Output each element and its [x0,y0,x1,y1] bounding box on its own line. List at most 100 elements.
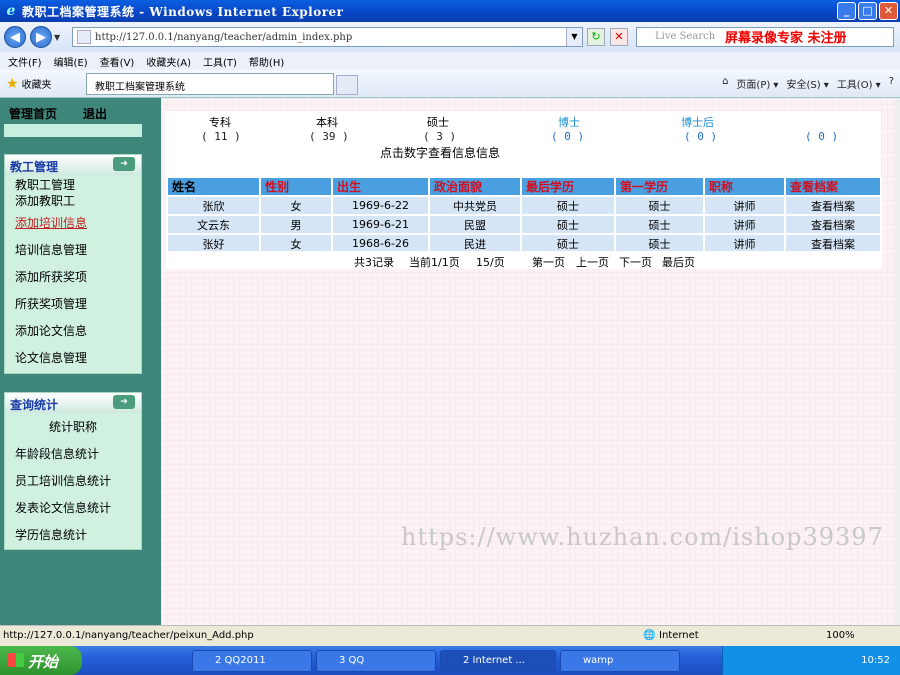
menu-edit[interactable]: 编辑(E) [54,54,88,69]
view-record-link[interactable]: 查看档案 [786,235,880,252]
sidebar-item-age-stats[interactable]: 年龄段信息统计 [15,445,99,462]
new-tab-button[interactable] [336,75,358,95]
home-icon[interactable]: ⌂ [722,76,728,91]
pager-current: 当前1/1页 [409,256,460,269]
sidebar-item-add-paper[interactable]: 添加论文信息 [15,322,87,339]
col-last-degree: 最后学历 [522,178,614,195]
ie-logo-icon: e [6,3,16,19]
favorites-bar: ★ 收藏夹 教职工档案管理系统 ⌂ 页面(P) ▾ 安全(S) ▾ 工具(O) … [0,70,900,98]
taskbar-item-wamp[interactable]: wamp [560,650,680,672]
scrollbar[interactable] [895,98,900,625]
stat-count-shuoshi[interactable]: ( 3 ) [423,130,456,143]
search-input[interactable]: Live Search 屏幕录像专家 未注册 [636,27,894,47]
stat-count-benke[interactable]: ( 39 ) [309,130,349,143]
col-gender: 性别 [261,178,331,195]
browser-tab[interactable]: 教职工档案管理系统 [86,73,334,95]
menu-help[interactable]: 帮助(H) [249,54,284,69]
cell-first-degree: 硕士 [616,216,703,233]
logout-link[interactable]: 退出 [83,105,107,122]
sidebar-item-add-staff[interactable]: 添加教职工 [15,192,75,209]
status-zone: Internet [659,630,699,641]
system-tray: 10:52 [722,646,900,675]
sidebar-item-award-manage[interactable]: 所获奖项管理 [15,295,87,312]
cell-name: 文云东 [168,216,259,233]
staff-panel: 教工管理 ➜ 教职工管理 添加教职工 添加培训信息 培训信息管理 添加所获奖项 所… [4,154,142,374]
favorites-button[interactable]: 收藏夹 [22,76,52,91]
sidebar-item-paper-stats[interactable]: 发表论文信息统计 [15,499,111,516]
sidebar-item-add-award[interactable]: 添加所获奖项 [15,268,87,285]
address-url: http://127.0.0.1/nanyang/teacher/admin_i… [95,31,353,43]
cell-gender: 女 [261,235,331,252]
staff-table: 姓名 性别 出生 政治面貌 最后学历 第一学历 职称 查看档案 张欣 女 196… [166,176,882,254]
sidebar-item-staff-manage[interactable]: 教职工管理 [15,176,75,193]
star-icon: ★ [6,75,19,92]
stat-count-boshi[interactable]: ( 0 ) [551,130,584,143]
taskbar-item-qq[interactable]: 3 QQ [316,650,436,672]
maximize-button[interactable]: □ [858,2,877,20]
stat-count-other[interactable]: ( 0 ) [805,130,838,143]
col-title: 职称 [705,178,784,195]
stat-label-zhuanke: 专科 [209,116,231,129]
pager-prev[interactable]: 上一页 [576,254,609,270]
view-record-link[interactable]: 查看档案 [786,216,880,233]
address-input[interactable]: http://127.0.0.1/nanyang/teacher/admin_i… [72,27,583,47]
address-toolbar: ◀ ▶ ▼ http://127.0.0.1/nanyang/teacher/a… [0,22,900,52]
cell-name: 张好 [168,235,259,252]
stop-button[interactable]: ✕ [610,28,628,46]
chevron-down-icon[interactable]: ▼ [566,28,582,46]
sidebar-item-add-training[interactable]: 添加培训信息 [15,214,87,231]
sidebar-item-title-stats[interactable]: 统计职称 [49,418,97,435]
zoom-control[interactable]: 100% [826,630,855,641]
pagination: 共3记录 当前1/1页 15/页 第一页 上一页 下一页 最后页 [166,251,882,269]
minimize-button[interactable]: _ [837,2,856,20]
home-link[interactable]: 管理首页 [9,105,57,122]
col-birth: 出生 [333,178,428,195]
history-dropdown-icon[interactable]: ▼ [54,33,64,42]
pager-next[interactable]: 下一页 [619,254,652,270]
windows-flag-icon [8,653,24,667]
safety-menu[interactable]: 安全(S) ▾ [786,76,828,91]
sidebar-item-education-stats[interactable]: 学历信息统计 [15,526,87,543]
sidebar-item-paper-manage[interactable]: 论文信息管理 [15,349,87,366]
cell-birth: 1969-6-22 [333,197,428,214]
refresh-button[interactable]: ↻ [587,28,605,46]
sidebar-spacer [4,124,142,137]
close-button[interactable]: ✕ [879,2,898,20]
status-bar: http://127.0.0.1/nanyang/teacher/peixun_… [0,625,900,646]
back-button[interactable]: ◀ [4,26,26,48]
taskbar-item-internet[interactable]: 2 Internet ... [440,650,556,672]
query-panel: 查询统计 ➜ 统计职称 年龄段信息统计 员工培训信息统计 发表论文信息统计 学历信… [4,392,142,550]
taskbar-item-qq2011[interactable]: 2 QQ2011 [192,650,312,672]
tools-menu[interactable]: 工具(O) ▾ [837,76,881,91]
menu-bar: 文件(F) 编辑(E) 查看(V) 收藏夹(A) 工具(T) 帮助(H) [0,52,900,70]
taskbar: 开始 2 QQ2011 3 QQ 2 Internet ... wamp 10:… [0,646,900,675]
view-record-link[interactable]: 查看档案 [786,197,880,214]
pager-last[interactable]: 最后页 [662,254,695,270]
sidebar-item-training-manage[interactable]: 培训信息管理 [15,241,87,258]
stat-count-zhuanke[interactable]: ( 11 ) [201,130,241,143]
cell-name: 张欣 [168,197,259,214]
stat-count-boshihou[interactable]: ( 0 ) [684,130,717,143]
watermark-text: https://www.huzhan.com/ishop39397 [401,523,884,551]
menu-file[interactable]: 文件(F) [8,54,42,69]
menu-tools[interactable]: 工具(T) [203,54,237,69]
sidebar-item-training-stats[interactable]: 员工培训信息统计 [15,472,111,489]
cell-first-degree: 硕士 [616,235,703,252]
search-placeholder: Live Search [655,31,716,42]
stat-label-benke: 本科 [316,116,338,129]
forward-button[interactable]: ▶ [30,26,52,48]
pager-per-page: 15/页 [476,256,505,269]
page-menu[interactable]: 页面(P) ▾ [736,76,778,91]
panel-icon: ➜ [113,395,135,409]
stat-label-boshihou: 博士后 [681,116,714,129]
start-button[interactable]: 开始 [0,646,82,675]
menu-view[interactable]: 查看(V) [100,54,135,69]
pager-first[interactable]: 第一页 [532,254,565,270]
cell-last-degree: 硕士 [522,216,614,233]
cell-last-degree: 硕士 [522,235,614,252]
menu-favorites[interactable]: 收藏夹(A) [146,54,191,69]
help-icon[interactable]: ? [889,76,894,91]
window-titlebar: e 教职工档案管理系统 - Windows Internet Explorer … [0,0,900,22]
query-panel-title: 查询统计 [10,398,59,412]
stats-area: 专科 本科 硕士 博士 博士后 ( 11 ) ( 39 ) ( 3 ) ( 0 … [165,111,881,177]
